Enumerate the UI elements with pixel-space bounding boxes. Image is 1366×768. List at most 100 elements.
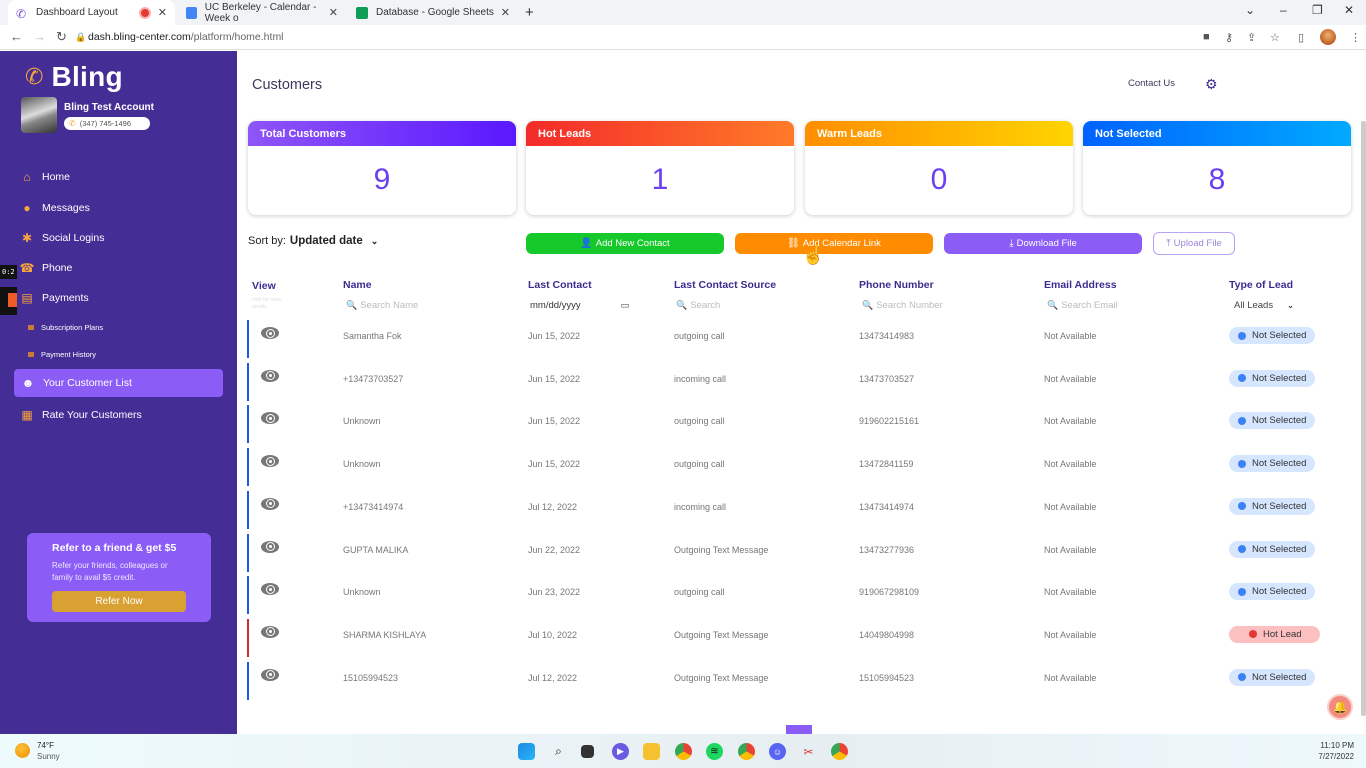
tab-uc-berkeley-calendar[interactable]: UC Berkeley - Calendar - Week o ✕ — [178, 0, 346, 25]
lead-type-badge[interactable]: Not Selected — [1229, 540, 1316, 558]
spotify-icon[interactable]: ≋ — [706, 743, 723, 760]
column-header-last-contact[interactable]: Last Contact — [528, 279, 592, 291]
table-row[interactable]: 15105994523 Jul 12, 2022 Outgoing Text Mes… — [247, 661, 1347, 700]
sidebar-item-rate-your-customers[interactable]: ▦ Rate Your Customers — [20, 405, 141, 425]
lead-type-badge[interactable]: Not Selected — [1229, 497, 1316, 515]
share-icon[interactable]: ⇪ — [1247, 31, 1256, 44]
close-tab-icon[interactable]: ✕ — [501, 6, 510, 19]
restore-button[interactable]: ❐ — [1312, 3, 1323, 17]
view-eye-icon[interactable] — [261, 327, 279, 339]
search-source-input[interactable]: 🔍 Search — [676, 300, 720, 311]
screen-recorder-stop-button[interactable] — [0, 287, 17, 315]
reload-icon[interactable]: ↻ — [56, 29, 67, 45]
lead-type-badge[interactable]: Not Selected — [1229, 668, 1316, 686]
lead-type-badge[interactable]: Not Selected — [1229, 327, 1316, 344]
lead-type-select[interactable]: All Leads ⌄ — [1234, 300, 1294, 311]
sort-dropdown[interactable]: Sort by: Updated date ⌄ — [248, 235, 378, 247]
cell-last-contact: Jul 12, 2022 — [528, 501, 578, 512]
chrome-profile-icon[interactable] — [738, 743, 755, 760]
discord-icon[interactable]: ☺ — [769, 743, 786, 760]
file-explorer-icon[interactable] — [643, 743, 660, 760]
forward-icon[interactable]: → — [33, 29, 46, 44]
task-view-icon[interactable] — [581, 745, 594, 758]
view-eye-icon[interactable] — [261, 369, 279, 382]
system-clock[interactable]: 11:10 PM 7/27/2022 — [1318, 740, 1354, 762]
cell-source: outgoing call — [674, 587, 725, 598]
close-window-button[interactable]: ✕ — [1344, 3, 1354, 17]
view-eye-icon[interactable] — [261, 412, 279, 425]
search-number-input[interactable]: 🔍 Search Number — [862, 300, 943, 311]
date-filter-input[interactable]: mm/dd/yyyy ▭ — [530, 300, 629, 311]
chrome-icon[interactable] — [675, 743, 692, 760]
column-header-last-contact-source[interactable]: Last Contact Source — [674, 279, 776, 291]
column-header-phone-number[interactable]: Phone Number — [859, 279, 934, 291]
view-eye-icon[interactable] — [261, 583, 279, 596]
bookmark-star-icon[interactable]: ☆ — [1270, 31, 1280, 44]
scrollbar[interactable] — [1361, 121, 1366, 716]
sidebar-item-messages[interactable]: ● Messages — [20, 198, 89, 218]
teams-chat-icon[interactable]: ▶ — [612, 743, 629, 760]
sidebar-item-payments[interactable]: ▤ Payments — [20, 288, 88, 308]
table-row[interactable]: Unknown Jun 15, 2022 outgoing call 13472841… — [247, 448, 1347, 487]
new-tab-button[interactable]: + — [525, 4, 534, 21]
add-calendar-link-button[interactable]: ⛓ Add Calendar Link — [735, 233, 933, 254]
table-row[interactable]: +13473414974 Jul 12, 2022 incoming call 134… — [247, 490, 1347, 529]
notification-bell-icon[interactable]: 🔔 — [1327, 694, 1353, 720]
upload-file-button[interactable]: ⤒ Upload File — [1153, 232, 1235, 255]
close-tab-icon[interactable]: ✕ — [329, 6, 338, 19]
close-tab-icon[interactable]: ✕ — [158, 6, 167, 19]
back-icon[interactable]: ← — [10, 29, 23, 44]
calendar-icon[interactable]: ▭ — [621, 300, 630, 311]
lead-type-badge[interactable]: Hot Lead — [1229, 625, 1320, 643]
table-row[interactable]: Unknown Jun 23, 2022 outgoing call 91906729… — [247, 576, 1347, 615]
chrome-active-icon[interactable] — [831, 743, 848, 760]
tab-dashboard-layout[interactable]: ✆ Dashboard Layout ✕ — [8, 0, 175, 25]
profile-avatar[interactable] — [1320, 29, 1336, 45]
lead-type-badge[interactable]: Not Selected — [1229, 412, 1316, 430]
table-row[interactable]: Samantha Fok Jun 15, 2022 outgoing call 134… — [247, 320, 1347, 358]
search-taskbar-icon[interactable]: ⌕ — [550, 743, 567, 760]
table-row[interactable]: GUPTA MALIKA Jun 22, 2022 Outgoing Text Me… — [247, 533, 1347, 572]
sidebar-item-payment-history[interactable]: Payment History — [28, 344, 96, 364]
menu-kebab-icon[interactable]: ⋮ — [1350, 31, 1361, 44]
sidebar-item-your-customer-list[interactable]: ☻ Your Customer List — [14, 369, 223, 397]
weather-widget[interactable]: 74°F Sunny — [37, 740, 60, 762]
contact-us-link[interactable]: Contact Us — [1128, 78, 1175, 89]
view-eye-icon[interactable] — [261, 497, 279, 510]
column-header-type-of-lead[interactable]: Type of Lead — [1229, 279, 1293, 291]
column-header-name[interactable]: Name — [343, 279, 372, 291]
lead-type-badge[interactable]: Not Selected — [1229, 369, 1316, 387]
side-panel-icon[interactable]: ▯ — [1298, 31, 1304, 44]
table-row[interactable]: Unknown Jun 15, 2022 outgoing call 91960221… — [247, 405, 1347, 444]
search-email-input[interactable]: 🔍 Search Email — [1047, 300, 1118, 311]
add-new-contact-button[interactable]: 👤 Add New Contact — [526, 233, 724, 254]
gear-icon[interactable]: ⚙ — [1205, 76, 1218, 93]
camera-icon[interactable]: ■ — [1203, 31, 1210, 43]
view-eye-icon[interactable] — [261, 625, 279, 638]
brand-logo[interactable]: ✆ Bling — [25, 61, 123, 93]
sidebar-item-phone[interactable]: ☎ Phone — [20, 258, 73, 278]
sidebar-item-subscription-plans[interactable]: Subscription Plans — [28, 317, 103, 337]
view-eye-icon[interactable] — [261, 455, 279, 468]
view-eye-icon[interactable] — [261, 540, 279, 553]
key-icon[interactable]: ⚷ — [1225, 31, 1233, 44]
lead-type-badge[interactable]: Not Selected — [1229, 583, 1316, 601]
column-header-email-address[interactable]: Email Address — [1044, 279, 1117, 291]
download-file-button[interactable]: ⤓ Download File — [944, 233, 1142, 254]
tab-google-sheets[interactable]: Database - Google Sheets ✕ — [348, 0, 518, 25]
url-field[interactable]: dash.bling-center.com/platform/home.html — [88, 31, 284, 43]
refer-now-button[interactable]: Refer Now — [52, 591, 186, 612]
snipping-tool-icon[interactable]: ✂ — [800, 743, 817, 760]
windows-start-icon[interactable] — [518, 743, 535, 760]
minimize-button[interactable]: – — [1280, 3, 1287, 17]
sidebar-item-social-logins[interactable]: ✱ Social Logins — [20, 228, 105, 248]
table-row[interactable]: +13473703527 Jun 15, 2022 incoming call 134… — [247, 362, 1347, 401]
view-eye-icon[interactable] — [261, 668, 279, 681]
tab-search-button[interactable]: ⌄ — [1245, 3, 1255, 17]
lead-type-badge[interactable]: Not Selected — [1229, 455, 1316, 473]
search-name-input[interactable]: 🔍 Search Name — [346, 300, 418, 311]
table-row[interactable]: SHARMA KISHLAYA Jul 10, 2022 Outgoing Text… — [247, 618, 1347, 657]
feedback-tab[interactable] — [786, 725, 812, 734]
sidebar-item-home[interactable]: ⌂ Home — [20, 167, 70, 187]
weather-sun-icon[interactable] — [15, 743, 30, 758]
